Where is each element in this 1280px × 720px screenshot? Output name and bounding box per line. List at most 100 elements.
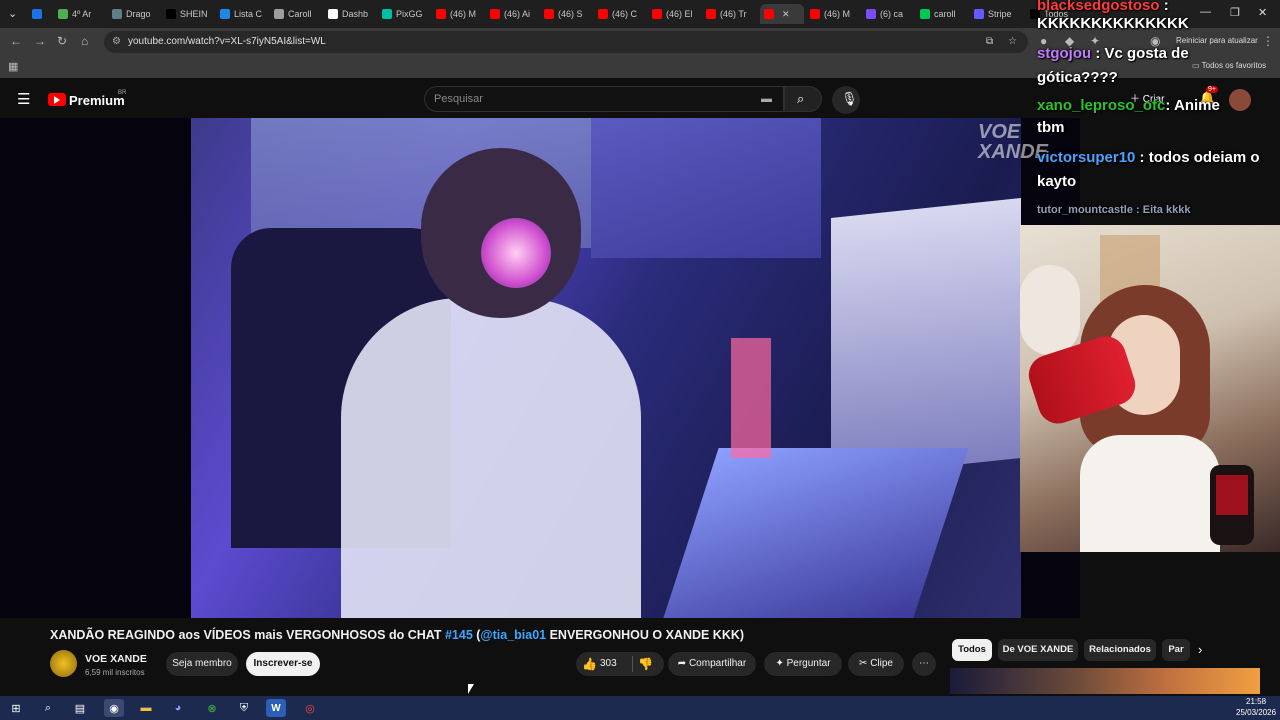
join-button[interactable]: Seja membro [166, 652, 238, 676]
tab-favicon-icon [598, 9, 608, 19]
filter-chip[interactable]: Relacionados [1084, 639, 1156, 661]
home-icon[interactable]: ⌂ [81, 34, 88, 48]
install-icon[interactable]: ⧉ [986, 31, 993, 53]
address-bar[interactable]: ⚙ youtube.com/watch?v=XL-s7iyN5AI&list=W… [104, 31, 1028, 53]
scissors-icon: ✂ [859, 658, 871, 669]
tab-favicon-icon [166, 9, 176, 19]
start-windows-icon[interactable]: ⊞ [6, 699, 26, 717]
subscribe-button[interactable]: Inscrever-se [246, 652, 320, 676]
sparkle-icon: ✦ [775, 658, 787, 669]
like-button[interactable]: 👍 [582, 652, 597, 676]
browser-tab[interactable]: (6) ca [866, 4, 916, 24]
browser-tab[interactable]: (46) M [810, 4, 860, 24]
avatar[interactable] [1229, 89, 1251, 111]
browser-tab[interactable]: Lista C [220, 4, 270, 24]
browser-tab[interactable]: (46) Tr [706, 4, 756, 24]
plush-toy [1020, 265, 1080, 355]
divider [632, 656, 633, 672]
browser-tab[interactable]: (46) M [436, 4, 486, 24]
discord-icon[interactable]: ◕ [168, 699, 188, 717]
search-icon[interactable]: ⌕ [38, 699, 58, 717]
bookmark-star-icon[interactable]: ☆ [1008, 31, 1017, 53]
recommended-thumbnails[interactable] [950, 668, 1260, 694]
tab-label: (46) C [612, 9, 638, 19]
search-icon: ⌕ [797, 91, 805, 106]
tab-label: (46) Tr [720, 9, 747, 19]
task-view-icon[interactable]: ▤ [70, 699, 90, 717]
chat-message: xano_leproso_ofc: Anime [1037, 94, 1220, 118]
chat-username: victorsuper10 [1037, 149, 1136, 166]
forward-icon[interactable]: → [34, 34, 46, 48]
apps-grid-icon[interactable]: ▦ [8, 60, 18, 73]
browser-tab[interactable]: caroll [920, 4, 970, 24]
filter-chip[interactable]: Todos [952, 639, 992, 661]
browser-tab[interactable]: Dashb [328, 4, 378, 24]
maximize-icon[interactable]: ❐ [1230, 6, 1240, 19]
browser-tab[interactable]: Caroll [274, 4, 324, 24]
channel-name[interactable]: VOE XANDE [85, 653, 147, 665]
tab-label: (46) El [666, 9, 693, 19]
tab-label: (46) Ai [504, 9, 531, 19]
country-badge: BR [118, 90, 127, 96]
tab-favicon-icon [652, 9, 662, 19]
obs-icon[interactable]: ◎ [300, 699, 320, 717]
filter-chip[interactable]: Par [1162, 639, 1190, 661]
tab-favicon-icon [866, 9, 876, 19]
browser-tab[interactable]: (46) C [598, 4, 648, 24]
chat-message: kayto [1037, 170, 1076, 194]
clip-button[interactable]: ✂ Clipe [848, 652, 904, 676]
share-button[interactable]: ➦ Compartilhar [668, 652, 756, 676]
tab-search-icon[interactable]: ⌄ [8, 7, 17, 20]
close-window-icon[interactable]: ✕ [1258, 6, 1267, 19]
desk-light [731, 338, 771, 458]
chat-text: kayto [1037, 173, 1077, 190]
hamburger-menu-icon[interactable]: ☰ [17, 90, 30, 108]
browser-tab[interactable]: ✕ [760, 4, 804, 24]
browser-tab[interactable]: Drago [112, 4, 162, 24]
channel-avatar[interactable] [50, 650, 77, 677]
browser-tab[interactable]: SHEIN [166, 4, 216, 24]
browser-tab[interactable]: (46) S [544, 4, 594, 24]
xbox-icon[interactable]: ⊗ [202, 699, 222, 717]
clock-time[interactable]: 21:58 [1246, 697, 1266, 706]
dislike-button[interactable]: 👎 [638, 652, 653, 676]
back-icon[interactable]: ← [10, 34, 22, 48]
file-explorer-icon[interactable]: ▬ [136, 699, 156, 717]
browser-tab[interactable]: PixGG [382, 4, 432, 24]
browser-tab[interactable]: (46) El [652, 4, 702, 24]
chrome-icon[interactable]: ◉ [104, 699, 124, 717]
minimize-icon[interactable]: — [1200, 6, 1211, 18]
browser-tab[interactable]: 4º Ar [58, 4, 108, 24]
chat-username: tutor_mountcastle [1037, 204, 1133, 216]
word-icon[interactable]: W [266, 699, 286, 717]
mention-link[interactable]: @tia_bia01 [480, 628, 546, 642]
notification-count-badge: 9+ [1206, 86, 1218, 93]
menu-kebab-icon[interactable]: ⋮ [1262, 34, 1274, 48]
security-shield-icon[interactable]: ⛨ [234, 699, 254, 717]
close-tab-icon[interactable]: ✕ [782, 9, 790, 20]
ask-button[interactable]: ✦ Perguntar [764, 652, 842, 676]
browser-tab[interactable]: Stripe [974, 4, 1024, 24]
browser-tab[interactable]: (46) Ai [490, 4, 540, 24]
chat-message: tutor_mountcastle : Eita kkkk [1037, 198, 1190, 222]
microphone-icon: 🎙 [841, 91, 858, 106]
chat-text: : Eita kkkk [1132, 204, 1191, 216]
site-info-icon[interactable]: ⚙ [112, 31, 121, 53]
tab-label: caroll [934, 9, 956, 19]
tab-label: (46) M [450, 9, 477, 19]
search-input[interactable]: Pesquisar ▬ [424, 86, 784, 112]
all-bookmarks-folder[interactable]: ▭ Todos os favoritos [1192, 61, 1266, 70]
video-player[interactable]: VOE XANDE [0, 118, 1080, 618]
person-shirt [341, 298, 641, 618]
clock-date[interactable]: 25/03/2026 [1236, 708, 1276, 717]
more-actions-button[interactable]: ⋯ [912, 652, 936, 676]
play-triangle-icon [54, 96, 60, 104]
chat-message: KKKKKKKKKKKKKK [1037, 12, 1189, 36]
voice-search-button[interactable]: 🎙 [832, 86, 860, 114]
filter-chip[interactable]: De VOE XANDE [998, 639, 1078, 661]
hashtag-link[interactable]: #145 [445, 628, 473, 642]
chevron-right-icon[interactable]: › [1198, 642, 1202, 657]
search-button[interactable]: ⌕ [784, 86, 822, 112]
keyboard-icon[interactable]: ▬ [761, 87, 772, 111]
reload-icon[interactable]: ↻ [57, 34, 67, 48]
